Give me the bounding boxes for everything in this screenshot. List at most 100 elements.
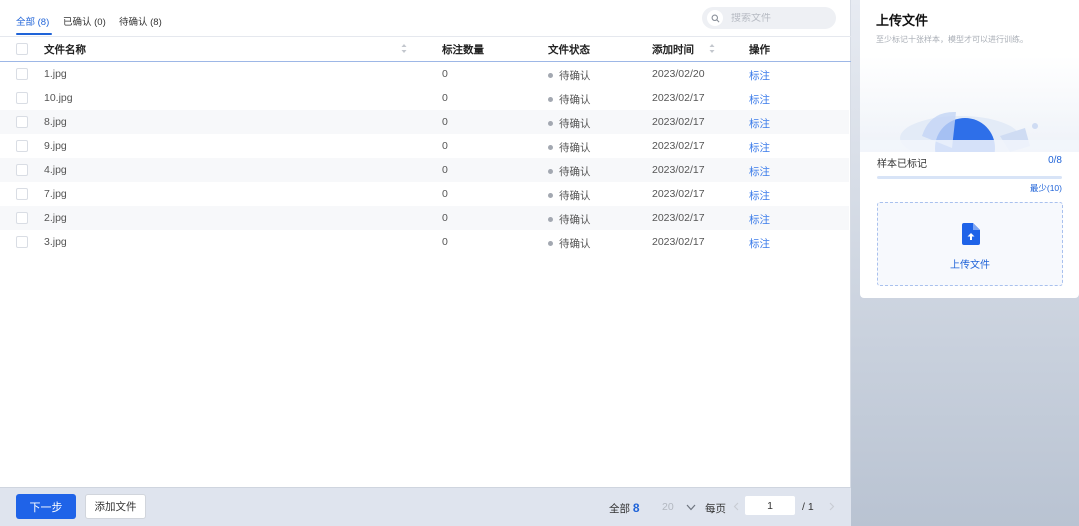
annotate-link[interactable]: 标注 [749,116,770,131]
annotation-count: 0 [442,212,448,224]
row-checkbox[interactable] [16,164,28,176]
status-dot-icon [548,120,553,126]
table-body: 1.jpg 0 待确认 2023/02/20 标注 10.jpg 0 待确认 2… [0,62,849,254]
table-row: 8.jpg 0 待确认 2023/02/17 标注 [0,110,849,134]
annotation-count: 0 [442,116,448,128]
panel-title: 上传文件 [876,13,929,28]
page-size-value[interactable]: 20 [662,501,674,513]
total-number: 8 [632,501,640,515]
row-checkbox[interactable] [16,188,28,200]
annotation-count: 0 [442,92,448,104]
minimum-requirement: 最少(10) [1029,183,1062,193]
total-prefix: 全部 [609,503,630,515]
row-checkbox[interactable] [16,116,28,128]
file-status: 待确认 [548,140,591,155]
annotate-link[interactable]: 标注 [749,188,770,203]
annotation-count: 0 [442,68,448,80]
status-text: 待确认 [559,94,591,106]
file-status: 待确认 [548,212,591,227]
page-size-suffix: 每页 [705,503,726,515]
annotate-link[interactable]: 标注 [749,92,770,107]
row-checkbox[interactable] [16,140,28,152]
added-time: 2023/02/17 [652,164,705,176]
table-header: 文件名称 标注数量 文件状态 添加时间 操作 [0,37,851,62]
annotation-count: 0 [442,188,448,200]
status-text: 待确认 [559,70,591,82]
status-text: 待确认 [559,238,591,250]
table-row: 2.jpg 0 待确认 2023/02/17 标注 [0,206,849,230]
prev-page-icon[interactable] [733,502,739,514]
total-count: 全部 8 [609,501,640,516]
panel-subtitle: 至少标记十张样本，模型才可以进行训练。 [876,35,1028,44]
upload-file-icon [962,223,980,248]
search-input[interactable] [731,12,831,24]
file-name: 9.jpg [44,140,67,152]
file-name: 2.jpg [44,212,67,224]
sort-icon[interactable] [709,43,715,54]
tab-pending[interactable]: 待确认 (8) [119,14,162,28]
upload-illustration [860,56,1079,178]
file-status: 待确认 [548,236,591,251]
status-dot-icon [548,144,553,150]
row-checkbox[interactable] [16,68,28,80]
file-name: 8.jpg [44,116,67,128]
annotation-count: 0 [442,164,448,176]
add-file-button[interactable]: 添加文件 [85,494,146,519]
annotate-link[interactable]: 标注 [749,164,770,179]
header-annotation-count: 标注数量 [442,44,484,56]
row-checkbox[interactable] [16,236,28,248]
file-status: 待确认 [548,68,591,83]
annotate-link[interactable]: 标注 [749,68,770,83]
next-step-button[interactable]: 下一步 [16,494,76,519]
status-text: 待确认 [559,214,591,226]
tab-bar: 全部 (8) 已确认 (0) 待确认 (8) [0,0,851,37]
annotation-count: 0 [442,236,448,248]
upload-dropzone[interactable]: 上传文件 [877,202,1063,286]
file-list-panel: 全部 (8) 已确认 (0) 待确认 (8) 文件名称 标注数量 文件状态 添加… [0,0,851,526]
status-dot-icon [548,96,553,102]
search-box [702,7,836,29]
header-added-time: 添加时间 [652,44,694,56]
file-status: 待确认 [548,116,591,131]
row-checkbox[interactable] [16,92,28,104]
progress-bar [877,176,1062,179]
annotate-link[interactable]: 标注 [749,140,770,155]
file-status: 待确认 [548,164,591,179]
page-number-input[interactable] [745,496,795,515]
file-status: 待确认 [548,92,591,107]
added-time: 2023/02/17 [652,140,705,152]
row-checkbox[interactable] [16,212,28,224]
added-time: 2023/02/17 [652,212,705,224]
upload-label: 上传文件 [950,260,990,271]
table-row: 3.jpg 0 待确认 2023/02/17 标注 [0,230,849,254]
tab-all[interactable]: 全部 (8) [16,14,49,28]
table-row: 4.jpg 0 待确认 2023/02/17 标注 [0,158,849,182]
added-time: 2023/02/20 [652,68,705,80]
annotate-link[interactable]: 标注 [749,212,770,227]
next-page-icon[interactable] [829,502,835,514]
sort-icon[interactable] [401,43,407,54]
file-name: 1.jpg [44,68,67,80]
status-dot-icon [548,72,553,78]
file-name: 3.jpg [44,236,67,248]
added-time: 2023/02/17 [652,92,705,104]
status-text: 待确认 [559,118,591,130]
file-name: 7.jpg [44,188,67,200]
table-row: 10.jpg 0 待确认 2023/02/17 标注 [0,86,849,110]
page-total: / 1 [802,501,814,513]
added-time: 2023/02/17 [652,188,705,200]
tab-confirmed[interactable]: 已确认 (0) [63,14,106,28]
annotation-count: 0 [442,140,448,152]
annotate-link[interactable]: 标注 [749,236,770,251]
file-name: 10.jpg [44,92,73,104]
footer-bar: 下一步 添加文件 全部 8 20 每页 / 1 [0,487,851,526]
status-text: 待确认 [559,190,591,202]
chevron-down-icon[interactable] [686,502,696,514]
file-status: 待确认 [548,188,591,203]
search-icon[interactable] [707,10,723,26]
table-row: 9.jpg 0 待确认 2023/02/17 标注 [0,134,849,158]
status-text: 待确认 [559,142,591,154]
added-time: 2023/02/17 [652,116,705,128]
select-all-checkbox[interactable] [16,43,28,55]
progress-label: 样本已标记 [877,159,927,170]
